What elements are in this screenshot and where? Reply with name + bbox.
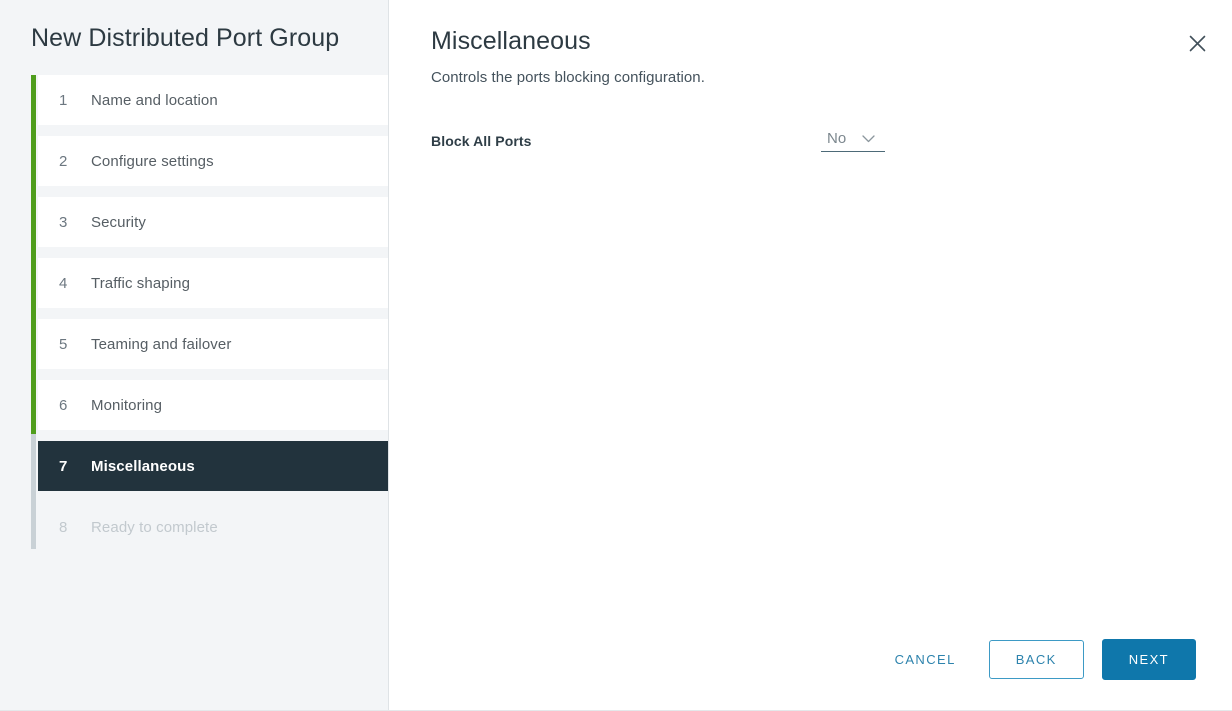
step-label: Miscellaneous	[91, 457, 195, 475]
wizard-footer: CANCEL BACK NEXT	[881, 639, 1196, 680]
sidebar-step-ready-to-complete: 8 Ready to complete	[38, 502, 388, 552]
next-button[interactable]: NEXT	[1101, 639, 1196, 680]
step-number: 8	[59, 518, 68, 536]
wizard-step-list: 1 Name and location 2 Configure settings…	[0, 75, 388, 552]
step-number: 5	[59, 335, 68, 353]
block-all-ports-label: Block All Ports	[431, 133, 532, 149]
block-all-ports-selected-value: No	[827, 130, 847, 147]
sidebar-step-miscellaneous[interactable]: 7 Miscellaneous	[38, 441, 388, 491]
sidebar-step-monitoring[interactable]: 6 Monitoring	[38, 380, 388, 430]
sidebar-step-configure-settings[interactable]: 2 Configure settings	[38, 136, 388, 186]
step-number: 3	[59, 213, 68, 231]
wizard-steps-container: 1 Name and location 2 Configure settings…	[0, 75, 388, 552]
form-area: Block All Ports No	[389, 130, 1232, 152]
step-label: Ready to complete	[91, 518, 218, 536]
wizard-sidebar: New Distributed Port Group 1 Name and lo…	[0, 0, 389, 710]
step-label: Security	[91, 213, 146, 231]
step-number: 7	[59, 457, 68, 475]
step-label: Name and location	[91, 91, 218, 109]
cancel-button[interactable]: CANCEL	[881, 643, 970, 676]
step-number: 2	[59, 152, 68, 170]
sidebar-step-traffic-shaping[interactable]: 4 Traffic shaping	[38, 258, 388, 308]
step-number: 6	[59, 396, 68, 414]
block-all-ports-select[interactable]: No	[821, 130, 885, 152]
new-distributed-port-group-wizard: New Distributed Port Group 1 Name and lo…	[0, 0, 1232, 711]
step-number: 1	[59, 91, 68, 109]
page-title: Miscellaneous	[431, 27, 591, 55]
sidebar-step-name-and-location[interactable]: 1 Name and location	[38, 75, 388, 125]
page-subtitle: Controls the ports blocking configuratio…	[431, 69, 705, 86]
sidebar-step-security[interactable]: 3 Security	[38, 197, 388, 247]
step-label: Traffic shaping	[91, 274, 191, 292]
step-number: 4	[59, 274, 68, 292]
step-label: Monitoring	[91, 396, 163, 414]
step-label: Teaming and failover	[91, 335, 232, 353]
back-button[interactable]: BACK	[988, 640, 1084, 679]
content-header: Miscellaneous Controls the ports blockin…	[389, 0, 1232, 86]
close-icon[interactable]	[1184, 30, 1210, 56]
step-label: Configure settings	[91, 152, 214, 170]
form-row-block-all-ports: Block All Ports No	[431, 130, 1190, 152]
wizard-content-panel: Miscellaneous Controls the ports blockin…	[389, 0, 1232, 710]
wizard-title: New Distributed Port Group	[31, 24, 340, 52]
sidebar-step-teaming-and-failover[interactable]: 5 Teaming and failover	[38, 319, 388, 369]
chevron-down-icon	[862, 134, 876, 143]
